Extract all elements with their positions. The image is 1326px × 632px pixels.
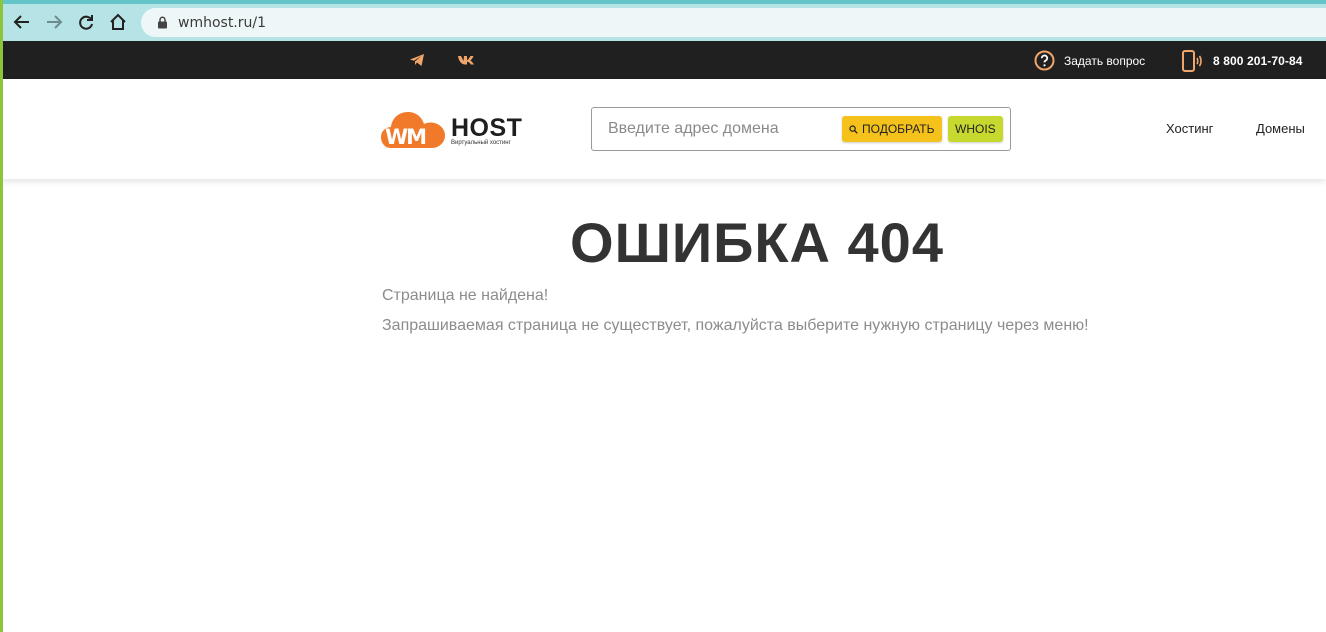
home-button[interactable]	[105, 9, 131, 35]
top-info-bar: Задать вопрос 8 800 201-70-84	[0, 41, 1326, 79]
telegram-icon	[410, 54, 424, 66]
ask-question-label: Задать вопрос	[1064, 53, 1146, 68]
search-icon	[849, 124, 858, 134]
lock-icon	[157, 16, 169, 30]
menu-item-domains[interactable]: Домены	[1256, 121, 1305, 136]
wm-logo-cloud: WM	[381, 112, 445, 149]
domain-search-box: ПОДОБРАТЬ WHOIS	[591, 107, 1011, 151]
window-edge	[0, 0, 3, 632]
page-title: ОШИБКА 404	[570, 211, 944, 274]
pick-domain-label: ПОДОБРАТЬ	[862, 122, 935, 136]
forward-button[interactable]	[41, 9, 67, 35]
address-bar[interactable]: wmhost.ru/1	[141, 8, 1326, 37]
site-logo[interactable]: WM HOST Виртуальный хостинг	[381, 106, 523, 151]
ask-question-link[interactable]: Задать вопрос	[1034, 50, 1145, 71]
home-icon	[110, 13, 126, 30]
phone-link[interactable]: 8 800 201-70-84	[1181, 50, 1303, 72]
telegram-link[interactable]	[408, 52, 426, 68]
reload-button[interactable]	[73, 9, 99, 35]
vk-link[interactable]	[457, 52, 475, 68]
browser-toolbar: wmhost.ru/1	[0, 0, 1326, 41]
vk-icon	[458, 56, 474, 65]
whois-label: WHOIS	[955, 122, 996, 136]
back-button[interactable]	[9, 9, 35, 35]
pick-domain-button[interactable]: ПОДОБРАТЬ	[842, 116, 942, 142]
error-message: Страница не найдена!	[382, 287, 549, 304]
question-circle-icon	[1034, 50, 1055, 71]
logo-subtitle: Виртуальный хостинг	[451, 140, 511, 146]
menu-item-hosting[interactable]: Хостинг	[1166, 121, 1213, 136]
forward-arrow-icon	[47, 15, 63, 29]
site-header: WM HOST Виртуальный хостинг ПОДОБРАТЬ WH…	[0, 79, 1326, 179]
phone-number: 8 800 201-70-84	[1213, 54, 1303, 68]
url-text: wmhost.ru/1	[178, 14, 267, 31]
domain-search-input[interactable]	[608, 118, 828, 140]
svg-text:WM: WM	[385, 125, 425, 149]
phone-icon	[1182, 50, 1202, 72]
whois-button[interactable]: WHOIS	[948, 116, 1003, 142]
back-arrow-icon	[13, 15, 29, 29]
reload-icon	[79, 15, 93, 30]
logo-host-text: HOST	[451, 114, 523, 142]
error-description: Запрашиваемая страница не существует, по…	[382, 317, 1089, 334]
